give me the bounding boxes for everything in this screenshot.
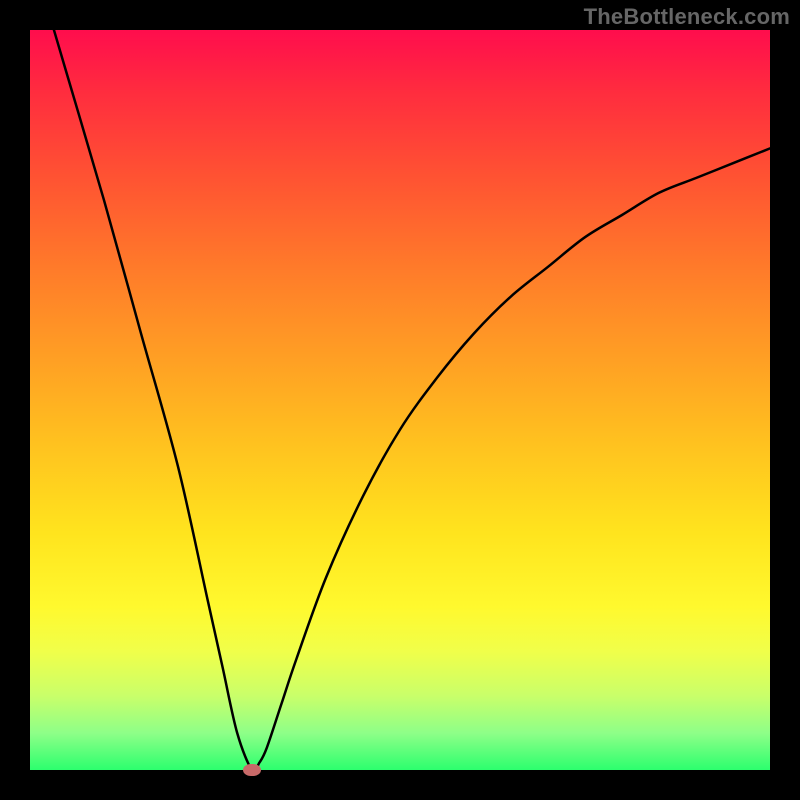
- curve-svg: [30, 30, 770, 770]
- watermark-text: TheBottleneck.com: [584, 4, 790, 30]
- plot-area: [30, 30, 770, 770]
- chart-container: TheBottleneck.com: [0, 0, 800, 800]
- bottleneck-curve: [30, 0, 770, 771]
- minimum-marker: [243, 764, 261, 776]
